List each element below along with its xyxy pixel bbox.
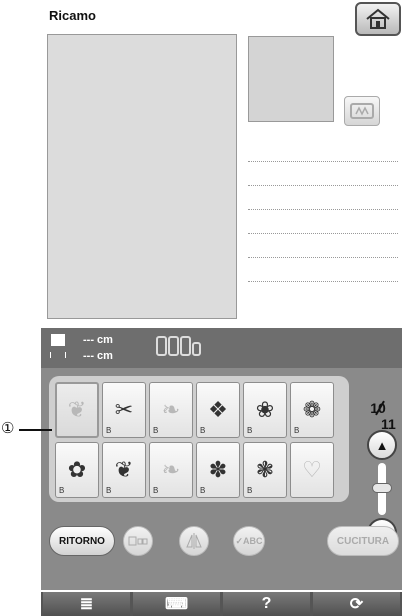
- tab-settings[interactable]: ⟳: [313, 592, 400, 616]
- width-icon: [50, 352, 66, 358]
- repeat-button[interactable]: [123, 526, 153, 556]
- settings-icon: ⟳: [349, 596, 364, 613]
- callout-line: [19, 429, 52, 431]
- embroidery-pattern-icon: ♡: [302, 457, 322, 482]
- pattern-sub-label: B: [247, 426, 253, 435]
- hoop-sizes-icon: [156, 336, 201, 360]
- action-bar: RITORNO ✓ABC CUCITURA: [41, 510, 402, 590]
- home-icon: [366, 8, 390, 29]
- embroidery-pattern-icon: ❦: [67, 397, 87, 422]
- pattern-sub-label: B: [294, 426, 300, 435]
- page-title: Ricamo: [49, 8, 96, 23]
- pattern-sub-label: B: [247, 486, 253, 495]
- callout-marker: ①: [1, 420, 15, 437]
- pattern-sub-label: B: [59, 486, 65, 495]
- page-indicator: 10 11: [363, 400, 399, 432]
- embroidery-pattern-icon: ❧: [161, 457, 181, 482]
- home-button[interactable]: [355, 2, 401, 36]
- pattern-cell[interactable]: ✂ B: [102, 382, 146, 438]
- tab-help[interactable]: ?: [223, 592, 310, 616]
- size-info-bar: --- cm --- cm: [41, 328, 402, 368]
- pattern-cell[interactable]: ✽ B: [196, 442, 240, 498]
- abc-button[interactable]: ✓ABC: [233, 526, 265, 556]
- embroidery-pattern-icon: ❧: [161, 397, 181, 422]
- bottom-tab-bar: ≣ ⌨ ? ⟳: [41, 592, 402, 616]
- tab-sewing-machine[interactable]: ⌨: [133, 592, 220, 616]
- frame-display-button[interactable]: [344, 96, 380, 126]
- back-button[interactable]: RITORNO: [49, 526, 115, 556]
- pattern-cell[interactable]: ❁ B: [290, 382, 334, 438]
- page-up-button[interactable]: ▲: [367, 430, 397, 460]
- pattern-cell[interactable]: ❧ B: [149, 442, 193, 498]
- pattern-selection-panel: ❦✂B❧B❖B❀B❁B✿B❦B❧B✽B❃B♡ 10 11 ▲ ▼ RITORNO: [41, 368, 402, 590]
- pattern-height: --- cm: [83, 334, 113, 346]
- embroidery-pattern-icon: ❁: [302, 397, 322, 422]
- pattern-cell[interactable]: ❧ B: [149, 382, 193, 438]
- embroidery-pattern-icon: ✿: [67, 457, 87, 482]
- pattern-cell[interactable]: ❀ B: [243, 382, 287, 438]
- pattern-sub-label: B: [106, 486, 112, 495]
- machine-icon: ⌨: [164, 596, 189, 613]
- pattern-sub-label: B: [200, 426, 206, 435]
- help-icon: ?: [261, 595, 272, 612]
- mirror-icon: [186, 533, 202, 549]
- pattern-thumbnail: [248, 36, 334, 122]
- triangle-up-icon: ▲: [375, 437, 389, 453]
- embroidery-pattern-icon: ✽: [208, 457, 228, 482]
- pattern-width: --- cm: [83, 350, 113, 362]
- scrollbar[interactable]: [372, 463, 392, 515]
- pattern-sub-label: B: [200, 486, 206, 495]
- pattern-cell[interactable]: ❦: [55, 382, 99, 438]
- pattern-cell[interactable]: ❖ B: [196, 382, 240, 438]
- embroidery-pattern-icon: ❖: [208, 397, 228, 422]
- pattern-sub-label: B: [153, 486, 159, 495]
- size-icon: [51, 334, 65, 346]
- pattern-cell[interactable]: ❃ B: [243, 442, 287, 498]
- hoop-icon: [350, 103, 374, 119]
- embroidery-pattern-icon: ❦: [114, 457, 134, 482]
- pattern-info-lines: [248, 138, 398, 282]
- embroidery-pattern-icon: ❃: [255, 457, 275, 482]
- embroidery-pattern-icon: ✂: [114, 397, 134, 422]
- pattern-cell[interactable]: ♡: [290, 442, 334, 498]
- embroidery-pattern-icon: ❀: [255, 397, 275, 422]
- pattern-grid: ❦ ✂ B ❧ B ❖ B ❀ B ❁ B ✿ B ❦ B ❧ B ✽ B ❃ B ♡: [55, 382, 343, 498]
- pattern-cell[interactable]: ✿ B: [55, 442, 99, 498]
- tab-manual[interactable]: ≣: [43, 592, 130, 616]
- scrollbar-thumb[interactable]: [372, 483, 392, 493]
- mirror-button[interactable]: [179, 526, 209, 556]
- repeat-pattern-icon: [128, 536, 148, 546]
- pattern-cell[interactable]: ❦ B: [102, 442, 146, 498]
- pattern-grid-container: ❦ ✂ B ❧ B ❖ B ❀ B ❁ B ✿ B ❦ B ❧ B ✽ B ❃ B ♡: [49, 376, 349, 502]
- embroidery-preview-area: [47, 34, 237, 319]
- manual-icon: ≣: [79, 596, 94, 613]
- sew-button[interactable]: CUCITURA: [327, 526, 399, 556]
- pattern-sub-label: B: [106, 426, 112, 435]
- pattern-sub-label: B: [153, 426, 159, 435]
